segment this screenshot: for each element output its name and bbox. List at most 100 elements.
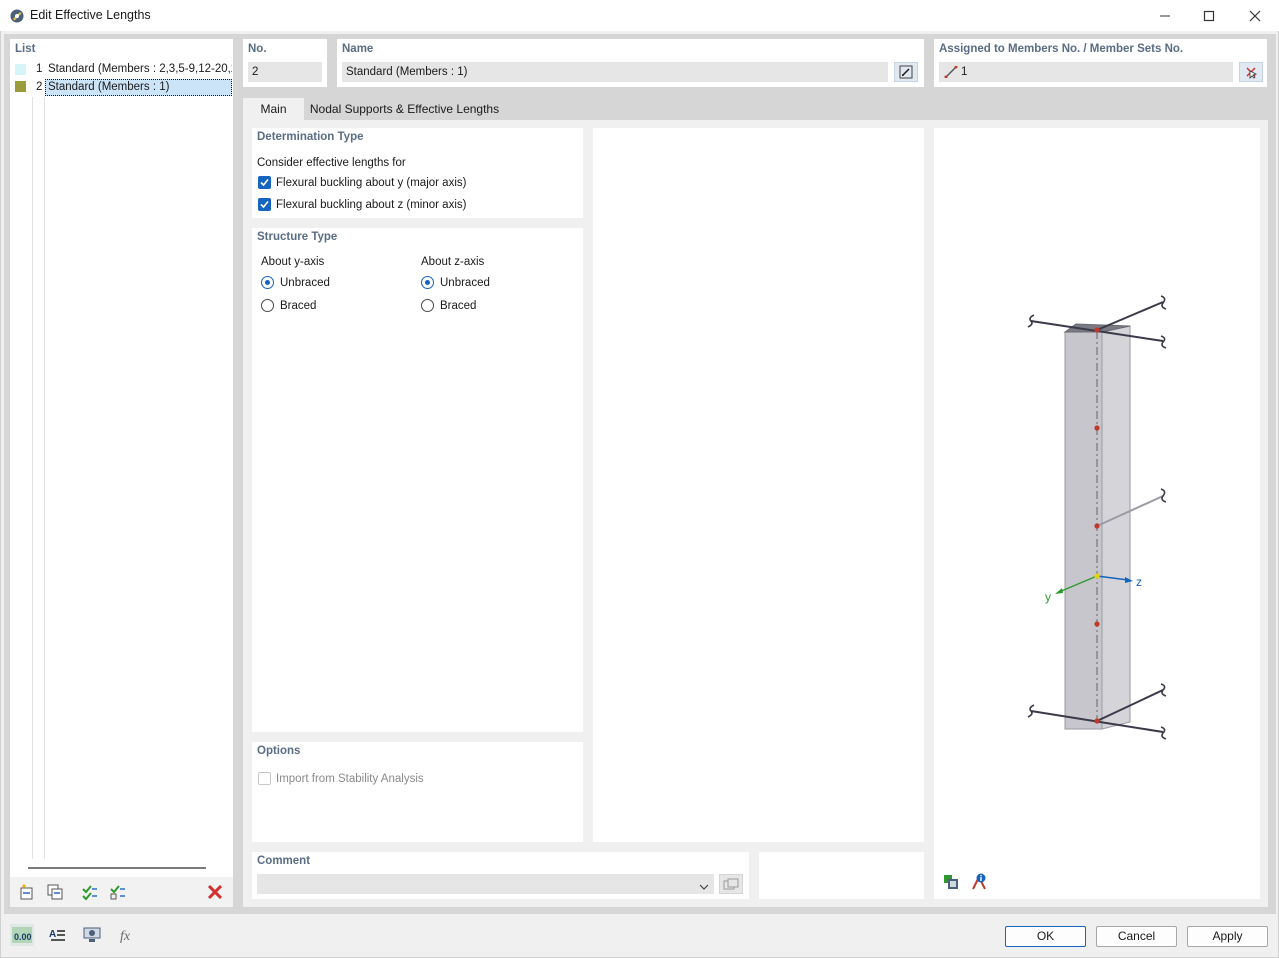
number-field[interactable]: 2: [248, 62, 322, 82]
z-braced-label: Braced: [440, 300, 476, 312]
z-unbraced-radio[interactable]: [421, 276, 434, 289]
comment-library-button[interactable]: [719, 874, 743, 894]
z-braced-radio-row[interactable]: Braced: [421, 299, 521, 315]
list-row-2-selected[interactable]: 2 Standard (Members : 1): [10, 79, 232, 96]
list-color-swatch: [15, 64, 26, 75]
support-end-hook: [1161, 727, 1166, 739]
y-axis-arrowhead: [1055, 588, 1063, 594]
member-icon: [944, 66, 958, 78]
middle-panel: [593, 128, 924, 842]
flexural-z-checkbox-row[interactable]: Flexural buckling about z (minor axis): [258, 198, 498, 214]
delete-button[interactable]: [203, 881, 227, 903]
import-stability-checkbox[interactable]: [258, 772, 271, 785]
node-intermediate: [1094, 523, 1099, 528]
flexural-z-label: Flexural buckling about z (minor axis): [276, 199, 466, 211]
select-members-button[interactable]: [1239, 62, 1263, 82]
horizontal-scrollbar[interactable]: [28, 867, 206, 869]
info-button[interactable]: [967, 871, 991, 893]
y-braced-radio-row[interactable]: Braced: [261, 299, 361, 315]
list-color-swatch: [15, 81, 26, 92]
apply-label: Apply: [1212, 929, 1242, 943]
text-settings-button[interactable]: A: [45, 924, 69, 946]
name-label: Name: [342, 43, 373, 55]
assigned-panel: Assigned to Members No. / Member Sets No…: [934, 39, 1267, 87]
y-unbraced-radio[interactable]: [261, 276, 274, 289]
flexural-y-checkbox-row[interactable]: Flexural buckling about y (major axis): [258, 176, 498, 192]
list-tree-line: [32, 97, 33, 859]
list-row-1[interactable]: 1 Standard (Members : 2,3,5-9,12-20,2: [10, 61, 233, 79]
y-unbraced-radio-row[interactable]: Unbraced: [261, 276, 361, 292]
minimize-button[interactable]: [1142, 0, 1188, 31]
about-z-label: About z-axis: [421, 256, 484, 268]
options-title: Options: [257, 745, 300, 757]
name-panel: Name Standard (Members : 1): [337, 39, 924, 87]
window-title: Edit Effective Lengths: [30, 8, 151, 22]
list-item-label: Standard (Members : 1): [48, 81, 169, 93]
member-diagram: y z: [934, 128, 1260, 899]
list-panel: List 1 Standard (Members : 2,3,5-9,12-20…: [10, 39, 233, 907]
tab-main[interactable]: Main: [243, 98, 304, 121]
y-axis-label: y: [1045, 590, 1051, 604]
structure-type-title: Structure Type: [257, 231, 337, 243]
tab-label: Nodal Supports & Effective Lengths: [310, 102, 499, 116]
list-header: List: [15, 43, 35, 55]
comment-side-panel: [759, 852, 924, 899]
comment-dropdown[interactable]: [257, 874, 714, 894]
svg-text:fx: fx: [120, 929, 131, 944]
support-end-hook: [1161, 336, 1166, 348]
determination-panel: Determination Type Consider effective le…: [252, 128, 583, 218]
name-field[interactable]: Standard (Members : 1): [342, 62, 888, 82]
cancel-button[interactable]: Cancel: [1096, 926, 1177, 947]
list-item-number: 2: [36, 81, 42, 93]
number-panel: No. 2: [243, 39, 327, 87]
check-selected-button[interactable]: [106, 881, 130, 903]
column-front-face: [1065, 332, 1102, 729]
z-axis-label: z: [1136, 575, 1142, 589]
formula-button[interactable]: fx: [115, 924, 139, 946]
import-stability-checkbox-row[interactable]: Import from Stability Analysis: [258, 772, 458, 788]
edit-name-button[interactable]: [894, 62, 918, 82]
maximize-button[interactable]: [1186, 0, 1232, 31]
node-top: [1094, 327, 1099, 332]
display-settings-button[interactable]: [80, 924, 104, 946]
comment-panel: Comment: [252, 852, 749, 899]
z-unbraced-radio-row[interactable]: Unbraced: [421, 276, 521, 292]
tab-label: Main: [260, 102, 286, 116]
about-y-label: About y-axis: [261, 256, 324, 268]
flexural-z-checkbox[interactable]: [258, 198, 271, 211]
list-toolbar: [10, 877, 233, 907]
import-stability-label: Import from Stability Analysis: [276, 773, 424, 785]
apply-button[interactable]: Apply: [1187, 926, 1268, 947]
node-intermediate: [1094, 621, 1099, 626]
copy-item-button[interactable]: [43, 881, 67, 903]
y-braced-radio[interactable]: [261, 299, 274, 312]
list-item-label: Standard (Members : 2,3,5-9,12-20,2: [48, 63, 232, 75]
y-braced-label: Braced: [280, 300, 316, 312]
diagram-panel: y z: [934, 128, 1260, 899]
node-bottom: [1094, 718, 1099, 723]
tab-nodal-supports[interactable]: Nodal Supports & Effective Lengths: [305, 98, 504, 121]
assigned-field[interactable]: 1: [939, 62, 1233, 82]
title-bar: Edit Effective Lengths: [0, 0, 1279, 31]
app-icon: [9, 8, 25, 24]
y-unbraced-label: Unbraced: [280, 277, 330, 289]
chevron-down-icon: [699, 880, 709, 888]
consider-label: Consider effective lengths for: [257, 157, 406, 169]
column-side-face: [1102, 326, 1130, 729]
units-button[interactable]: 0.00: [10, 924, 34, 946]
list-tree-line: [44, 97, 45, 859]
ok-button[interactable]: OK: [1005, 926, 1086, 947]
number-label: No.: [248, 43, 267, 55]
flexural-y-label: Flexural buckling about y (major axis): [276, 177, 466, 189]
z-braced-radio[interactable]: [421, 299, 434, 312]
units-icon-text: 0.00: [14, 932, 32, 942]
determination-title: Determination Type: [257, 131, 364, 143]
flexural-y-checkbox[interactable]: [258, 176, 271, 189]
node-intermediate: [1094, 425, 1099, 430]
check-all-button[interactable]: [78, 881, 102, 903]
new-item-button[interactable]: [15, 881, 39, 903]
view-settings-button[interactable]: [939, 871, 963, 893]
close-button[interactable]: [1232, 0, 1278, 31]
assigned-value: 1: [961, 66, 967, 78]
node-origin: [1094, 573, 1099, 578]
